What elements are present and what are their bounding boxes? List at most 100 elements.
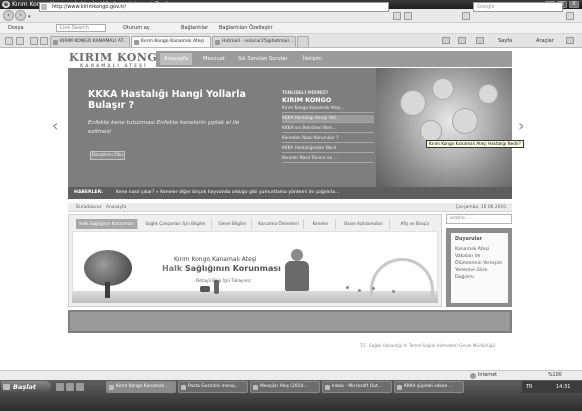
announcements-title: Duyurular xyxy=(455,237,482,242)
hero-menu-item[interactable]: KKKA Hastalığı Hangi Yoll... xyxy=(282,115,374,123)
search-icon[interactable] xyxy=(566,12,574,20)
quick-launch-ie-icon[interactable] xyxy=(56,383,64,391)
nav-contact[interactable]: İletişim xyxy=(303,55,322,63)
photo-face xyxy=(432,78,454,100)
clock[interactable]: 14:31 xyxy=(556,381,570,393)
flower-icon xyxy=(372,287,375,290)
hero-title: KKKA Hastalığı Hangi Yollarla Bulaşır ? xyxy=(88,89,246,111)
announcement-line[interactable]: Kanamalı Ateşi xyxy=(455,246,489,253)
hero-menu-item[interactable]: Keneler Nasıl Tanınır ve ... xyxy=(282,155,374,163)
banner-details-link[interactable]: Detaylı Bilgi İçin Tıklayınız xyxy=(196,278,251,283)
command-bar: Sayfa Araçlar xyxy=(440,34,582,48)
tab-list-icon[interactable] xyxy=(40,37,48,45)
taskbar-item[interactable]: Inbox - Microsoft Out... xyxy=(322,381,392,393)
sign-in-link[interactable]: Oturum aç xyxy=(123,23,150,34)
breadcrumb: Buradasınız Anasayfa Çarşamba, 16 06 201… xyxy=(68,203,512,212)
nav-legislation[interactable]: Mevzuat xyxy=(203,55,225,63)
search-provider-icon[interactable] xyxy=(462,12,470,20)
ticker-text[interactable]: Kene nasıl çıkar? » Keneler diğer birçok… xyxy=(116,187,340,199)
tab-favicon xyxy=(215,40,220,45)
taskbar-item-icon xyxy=(253,385,258,390)
photo-face xyxy=(400,90,426,116)
flower-icon xyxy=(358,289,361,292)
banner-heading-b: Sağlığının Korunması xyxy=(184,264,281,273)
tab-favicon xyxy=(53,40,58,45)
hero-menu-item[interactable]: Kırım Kongo Kanamalı Ateş... xyxy=(282,105,374,113)
site-search-input[interactable]: arama ... xyxy=(446,214,512,224)
farmer-illustration xyxy=(200,286,210,292)
globe-icon xyxy=(470,373,476,379)
hero-menu-item[interactable]: KKKA'nın Belirtileri Ned... xyxy=(282,125,374,133)
tab-press[interactable]: Basın Açıklamaları xyxy=(338,219,390,229)
tab-health-workers[interactable]: Sağlık Çalışanları İçin Bilgiler xyxy=(140,219,212,229)
taskbar-item[interactable]: Mesajlar Akış (2010-... xyxy=(250,381,320,393)
announcement-line[interactable]: Ölümlerinin Yerleşim xyxy=(455,260,502,267)
tab-favicon xyxy=(134,40,139,45)
close-button[interactable]: X xyxy=(569,1,579,8)
banner-heading-a: Halk xyxy=(162,264,183,273)
tab-kirim-kongo-1[interactable]: KIRIM KONGO KANAMALI AT... xyxy=(50,36,130,47)
tools-menu[interactable]: Araçlar xyxy=(536,37,554,45)
page-icon xyxy=(41,4,47,10)
tab-general-info[interactable]: Genel Bilgiler xyxy=(214,219,252,229)
tab-ticks[interactable]: Keneler xyxy=(306,219,336,229)
slider-next-arrow-icon[interactable]: › xyxy=(518,118,524,134)
tab-public-health[interactable]: Halk Sağlığının Korunması xyxy=(76,219,138,229)
tab-prevention[interactable]: Korunma Önlemleri xyxy=(254,219,304,229)
nav-faq[interactable]: Sık Sorulan Sorular xyxy=(238,55,287,63)
windows-flag-icon xyxy=(3,384,10,390)
new-tab-button[interactable] xyxy=(297,36,309,47)
announcement-line[interactable]: Vakaları Ve xyxy=(455,253,480,260)
news-ticker: HABERLER: Kene nasıl çıkar? » Keneler di… xyxy=(68,187,512,199)
taskbar-item[interactable]: KKKA şüpheli vakan ... xyxy=(394,381,464,393)
links-bar: Dosya Live Search Oturum aç Bağlantılar … xyxy=(0,23,582,34)
taskbar-item[interactable]: Posta Gezintisi mesaj... xyxy=(178,381,248,393)
taskbar-item[interactable]: Kırım Kongo Kanamalı ... xyxy=(106,381,176,393)
home-icon[interactable] xyxy=(442,37,450,44)
quick-tabs-icon[interactable] xyxy=(30,37,38,45)
breadcrumb-label: Buradasınız xyxy=(76,205,102,210)
child-illustration xyxy=(291,249,303,261)
feeds-icon[interactable] xyxy=(458,37,466,44)
tab-kirim-kongo-2[interactable]: Kırım Kongo Kanamalı Ateşi xyxy=(131,36,211,47)
hero-text: Enfekte kene tutunması Enfekte kenelerin… xyxy=(88,120,240,135)
taskbar-item-icon xyxy=(397,385,402,390)
banner-title: Kırım Kongo Kanamalı Ateşi xyxy=(174,256,257,263)
hero-menu-item[interactable]: Keneden Nasıl Korunulur ? xyxy=(282,135,374,143)
refresh-icon[interactable] xyxy=(393,12,401,20)
announcement-line[interactable]: Dağılımı xyxy=(455,274,474,281)
chevron-down-icon[interactable]: ▾ xyxy=(28,14,31,20)
page-menu[interactable]: Sayfa xyxy=(498,37,512,45)
current-date: Çarşamba, 16 06 2010 xyxy=(455,205,506,210)
stop-icon[interactable] xyxy=(404,12,412,20)
taskbar-item-icon xyxy=(325,385,330,390)
slider-prev-arrow-icon[interactable]: ‹ xyxy=(52,118,58,134)
links-label[interactable]: Bağlantılar xyxy=(181,23,208,34)
announcement-line[interactable]: Yerlerine Göre xyxy=(455,267,487,274)
nav-home[interactable]: Anasayfa xyxy=(164,55,188,63)
quick-launch-desktop-icon[interactable] xyxy=(66,383,74,391)
search-input[interactable]: Google xyxy=(473,2,563,12)
file-menu[interactable]: Dosya xyxy=(8,23,24,34)
favorites-star-icon[interactable] xyxy=(5,37,13,45)
quick-launch-media-icon[interactable] xyxy=(76,383,84,391)
back-button[interactable]: ‹ xyxy=(3,10,14,21)
hero-menu-item[interactable]: KKKA Hastalığından Nasıl xyxy=(282,145,374,153)
customize-links-link[interactable]: Bağlantıları Özelleştir xyxy=(219,23,273,34)
live-search-input[interactable]: Live Search xyxy=(56,24,106,32)
photo-face xyxy=(420,120,442,142)
photo-face xyxy=(452,108,478,134)
system-tray: TR 14:31 xyxy=(522,381,582,393)
tab-posters[interactable]: Afiş ve Broşür xyxy=(392,219,438,229)
flower-icon xyxy=(346,286,349,289)
print-icon[interactable] xyxy=(476,37,484,44)
read-more-button[interactable]: Devamını Oku xyxy=(90,151,125,160)
add-favorites-icon[interactable] xyxy=(16,37,24,45)
forward-button[interactable]: › xyxy=(15,10,26,21)
help-icon[interactable] xyxy=(566,37,574,44)
hero-menu-title: KIRIM KONGO xyxy=(282,96,332,104)
tab-hotmail[interactable]: Hotmail - selacar25@hotmail.... xyxy=(212,36,296,47)
language-indicator[interactable]: TR xyxy=(526,384,533,390)
address-input[interactable]: http://www.kirimkongo.gov.tr/ xyxy=(39,2,389,12)
breadcrumb-home-link[interactable]: Anasayfa xyxy=(106,203,126,212)
